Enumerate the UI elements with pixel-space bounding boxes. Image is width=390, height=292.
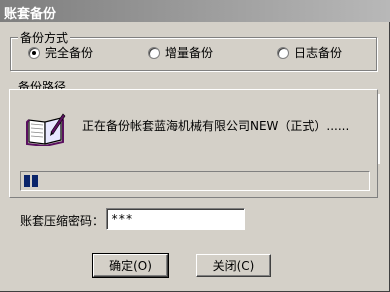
radio-incremental-backup[interactable]: 增量备份 [148, 44, 213, 61]
radio-log-backup[interactable]: 日志备份 [277, 44, 342, 61]
window-title: 账套备份 [4, 7, 57, 22]
radio-unselected-icon [148, 46, 160, 59]
title-bar: 账套备份 [0, 0, 390, 22]
radio-full-backup[interactable]: 完全备份 [28, 44, 93, 61]
ok-button-label: 确定(O) [109, 259, 152, 273]
close-button-label: 关闭(C) [212, 259, 255, 273]
radio-label: 完全备份 [45, 46, 94, 60]
book-icon [26, 113, 66, 146]
close-button[interactable]: 关闭(C) [196, 254, 271, 277]
progress-bar [20, 171, 370, 191]
password-label: 账套压缩密码： [20, 214, 105, 228]
progress-fill [24, 175, 38, 187]
radio-unselected-icon [277, 46, 289, 59]
radio-selected-icon [28, 46, 40, 59]
ok-button[interactable]: 确定(O) [92, 253, 169, 278]
radio-label: 增量备份 [165, 46, 214, 60]
progress-message: 正在备份帐套蓝海机械有限公司NEW（正式）...... [82, 119, 350, 133]
password-input[interactable]: *** [106, 208, 245, 230]
radio-label: 日志备份 [294, 46, 343, 60]
backup-dialog: 账套备份 备份方式 完全备份 增量备份 日志备份 备份路径 正在备份帐套蓝海机械… [0, 0, 390, 292]
